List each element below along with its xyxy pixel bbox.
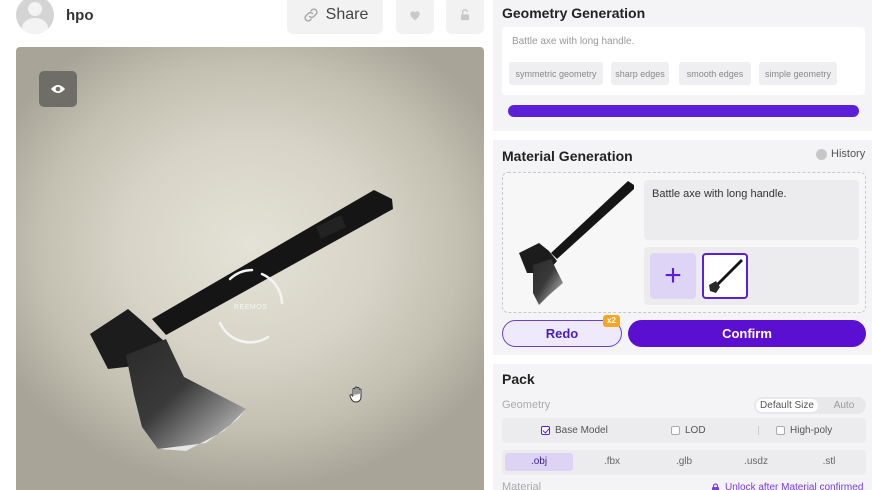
geometry-section-label: Geometry <box>502 399 551 411</box>
username: hpo <box>66 7 94 24</box>
format-row: .obj .fbx .glb .usdz .stl <box>502 450 866 475</box>
lock-button[interactable] <box>446 0 484 34</box>
format-obj[interactable]: .obj <box>505 453 573 471</box>
top-bar: hpo Share <box>0 0 490 36</box>
model-options-row: Base Model LOD High-poly <box>502 418 866 443</box>
format-fbx[interactable]: .fbx <box>578 453 646 471</box>
link-icon <box>304 8 318 22</box>
size-option-default[interactable]: Default Size <box>756 399 818 412</box>
checkbox-icon <box>776 426 785 435</box>
pack-panel: Pack Geometry Default Size Auto Base Mod… <box>493 364 872 490</box>
divider <box>758 426 759 435</box>
pack-title: Pack <box>502 371 535 387</box>
option-base-model-label: Base Model <box>555 425 608 436</box>
option-lod-label: LOD <box>685 425 706 436</box>
format-usdz[interactable]: .usdz <box>722 453 790 471</box>
format-stl[interactable]: .stl <box>795 453 863 471</box>
size-toggle[interactable]: Default Size Auto <box>754 397 866 414</box>
format-glb[interactable]: .glb <box>650 453 718 471</box>
checkbox-checked-icon <box>541 426 550 435</box>
heart-icon <box>410 11 420 21</box>
eye-icon <box>51 85 65 93</box>
watermark: REEMOS <box>234 304 268 311</box>
option-high-poly[interactable]: High-poly <box>776 418 832 443</box>
material-section-label: Material <box>502 481 542 490</box>
model-viewport[interactable]: REEMOS <box>16 47 484 490</box>
option-base-model[interactable]: Base Model <box>541 418 608 443</box>
unlock-text: Unlock after Material confirmed <box>725 482 864 490</box>
hand-cursor-icon <box>349 386 362 403</box>
option-high-poly-label: High-poly <box>790 425 833 436</box>
checkbox-icon <box>671 426 680 435</box>
axe-model <box>90 190 393 451</box>
visibility-toggle[interactable] <box>39 71 77 107</box>
share-label: Share <box>325 6 369 23</box>
unlock-icon <box>460 9 470 21</box>
share-button[interactable]: Share <box>287 0 383 34</box>
like-button[interactable] <box>396 0 434 34</box>
unlock-notice: Unlock after Material confirmed <box>711 482 863 490</box>
size-option-auto[interactable]: Auto <box>824 399 864 412</box>
app-root: hpo Share REEMOS Geometry Generation Bat… <box>0 0 872 490</box>
lock-icon <box>712 482 719 490</box>
avatar[interactable] <box>16 0 54 34</box>
option-lod[interactable]: LOD <box>671 418 706 443</box>
